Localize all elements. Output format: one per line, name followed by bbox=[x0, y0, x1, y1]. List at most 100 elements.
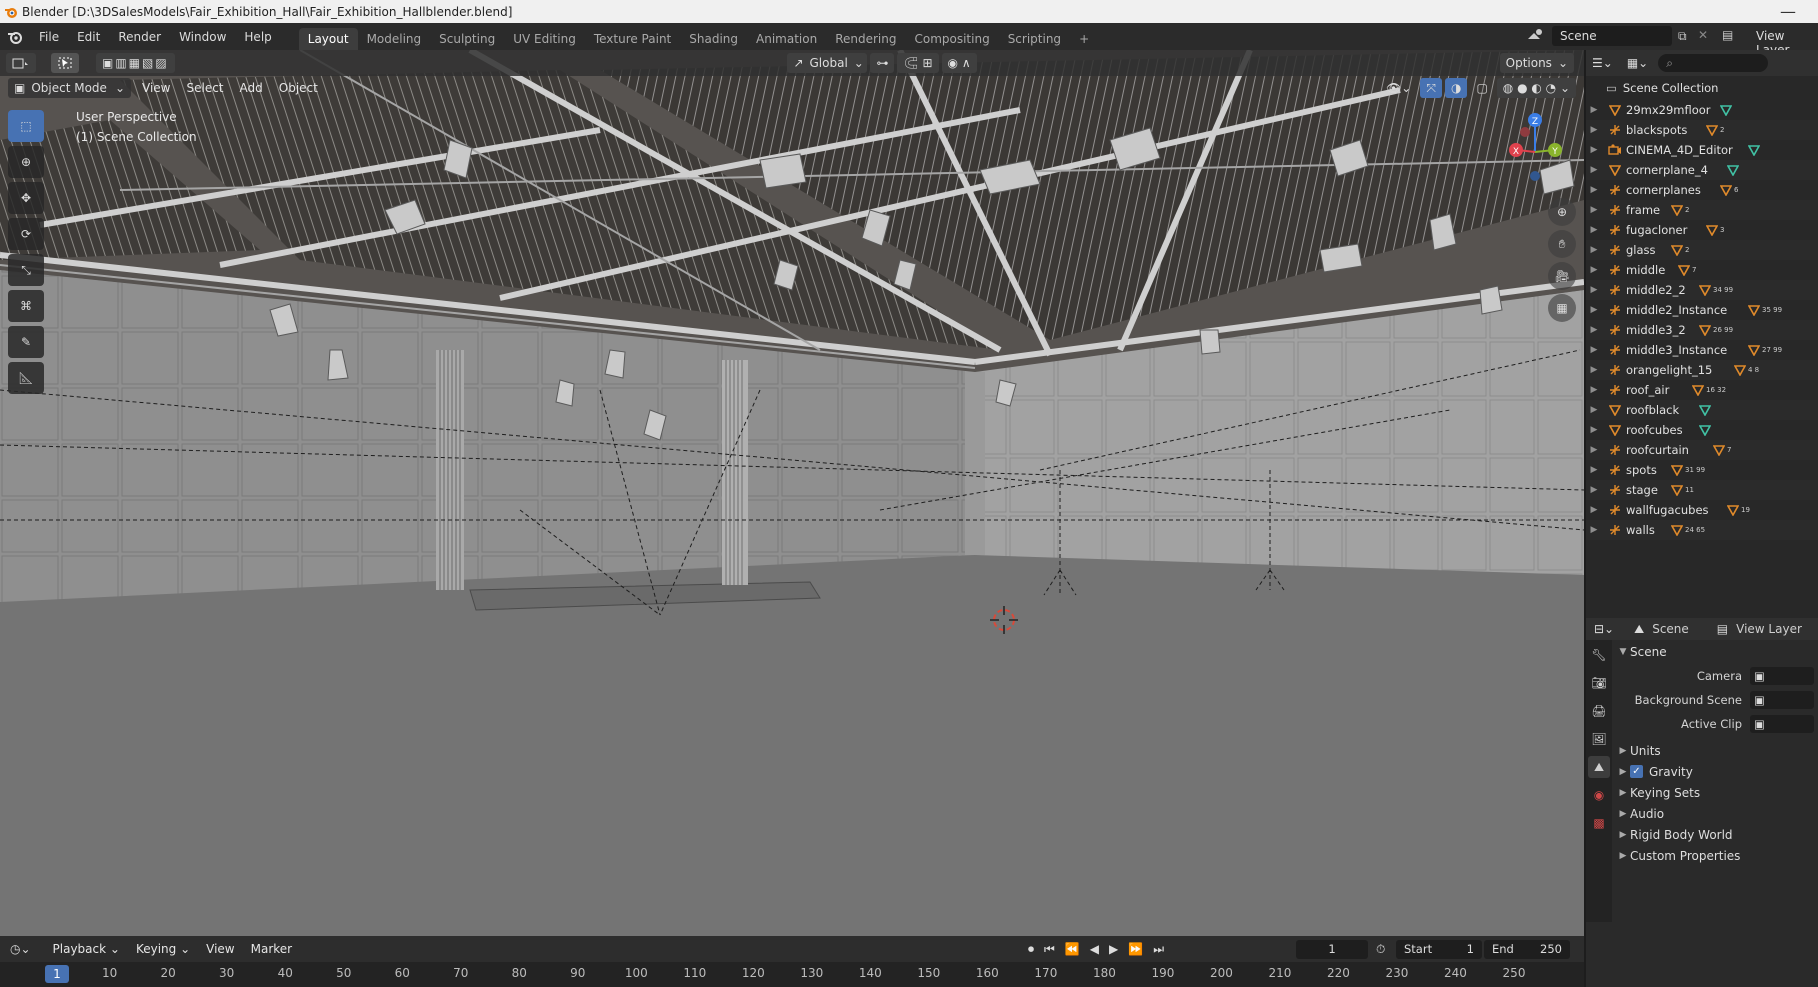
jump-start-icon[interactable]: ⏮ bbox=[1044, 942, 1055, 957]
timeline-menu-playback[interactable]: Playback ⌄ bbox=[45, 942, 128, 956]
world-tab-icon[interactable]: ◉ bbox=[1588, 784, 1610, 806]
tool-tab-icon[interactable]: 🔧︎ bbox=[1588, 644, 1610, 666]
expand-arrow-icon[interactable]: ▶ bbox=[1586, 465, 1602, 475]
tab-animation[interactable]: Animation bbox=[747, 28, 826, 50]
move-tool-icon[interactable]: ✥ bbox=[8, 182, 44, 214]
expand-arrow-icon[interactable]: ▶ bbox=[1586, 225, 1602, 235]
properties-scene-name[interactable]: Scene bbox=[1652, 622, 1689, 636]
proportional-edit-icon[interactable]: ◉ ∧ bbox=[941, 53, 977, 73]
select-box-icon[interactable]: ⬚ bbox=[8, 110, 44, 142]
record-icon[interactable]: ⏺ bbox=[1028, 942, 1034, 957]
camera-view-icon[interactable]: 🎥︎ bbox=[1548, 262, 1576, 290]
tab-shading[interactable]: Shading bbox=[680, 28, 747, 50]
pan-hand-icon[interactable]: ✋︎ bbox=[1548, 230, 1576, 258]
3d-viewport[interactable]: ▣▥▦▧▨ ↗ Global ⌄ ⊶ 🧲︎ ⊞ ◉ ∧ Options ⌄ ▣ Ob… bbox=[0, 50, 1584, 936]
gizmo-toggle-icon[interactable]: ⤧ bbox=[1420, 78, 1442, 98]
tab-compositing[interactable]: Compositing bbox=[905, 28, 998, 50]
tab-sculpting[interactable]: Sculpting bbox=[430, 28, 504, 50]
outliner-item[interactable]: ▶ stage 11 bbox=[1586, 480, 1818, 500]
render-tab-icon[interactable]: 📷︎ bbox=[1588, 672, 1610, 694]
viewport-menu-object[interactable]: Object bbox=[271, 81, 326, 95]
outliner-item[interactable]: ▶ middle2_2 34 99 bbox=[1586, 280, 1818, 300]
end-frame-field[interactable]: End 250 bbox=[1484, 939, 1570, 959]
expand-arrow-icon[interactable]: ▶ bbox=[1586, 365, 1602, 375]
blender-menu-icon[interactable] bbox=[0, 29, 30, 45]
menu-help[interactable]: Help bbox=[235, 30, 280, 44]
delete-scene-icon[interactable]: ✕ bbox=[1698, 28, 1708, 42]
expand-arrow-icon[interactable]: ▶ bbox=[1586, 405, 1602, 415]
expand-arrow-icon[interactable]: ▶ bbox=[1586, 445, 1602, 455]
outliner-item[interactable]: ▶ middle3_Instance 27 99 bbox=[1586, 340, 1818, 360]
expand-arrow-icon[interactable]: ▶ bbox=[1586, 145, 1602, 155]
menu-render[interactable]: Render bbox=[109, 30, 170, 44]
outliner-editor-icon[interactable]: ☰⌄ bbox=[1592, 56, 1613, 70]
xray-icon[interactable]: ▢ bbox=[1470, 78, 1493, 98]
timeline-menu-keying[interactable]: Keying ⌄ bbox=[128, 942, 198, 956]
expand-arrow-icon[interactable]: ▶ bbox=[1586, 345, 1602, 355]
menu-file[interactable]: File bbox=[30, 30, 68, 44]
tab-layout[interactable]: Layout bbox=[298, 28, 358, 50]
properties-view-layer[interactable]: View Layer bbox=[1736, 622, 1802, 636]
property-field[interactable]: ▣ bbox=[1750, 715, 1814, 733]
scene-panel-header[interactable]: ▼ Scene bbox=[1616, 640, 1818, 664]
select-tool-mode-icon[interactable] bbox=[51, 53, 79, 73]
zoom-icon[interactable]: ⊕ bbox=[1548, 198, 1576, 226]
viewport-menu-select[interactable]: Select bbox=[178, 81, 231, 95]
expand-arrow-icon[interactable]: ▶ bbox=[1586, 305, 1602, 315]
timeline-editor-icon[interactable]: ◷⌄ bbox=[10, 942, 31, 956]
mode-dropdown[interactable]: ▣ Object Mode ⌄ bbox=[8, 78, 131, 98]
expand-arrow-icon[interactable]: ▶ bbox=[1586, 385, 1602, 395]
options-dropdown[interactable]: Options ⌄ bbox=[1499, 53, 1574, 73]
add-workspace-button[interactable]: + bbox=[1070, 28, 1098, 50]
panel-units[interactable]: ▶ Units bbox=[1616, 740, 1818, 761]
play-reverse-icon[interactable]: ◀ bbox=[1090, 942, 1099, 957]
panel-custom-properties[interactable]: ▶ Custom Properties bbox=[1616, 845, 1818, 866]
scene-name-field[interactable]: Scene bbox=[1552, 26, 1672, 46]
current-frame-field[interactable]: 1 bbox=[1296, 939, 1368, 959]
play-icon[interactable]: ▶ bbox=[1109, 942, 1118, 957]
outliner-item[interactable]: ▶ middle2_Instance 35 99 bbox=[1586, 300, 1818, 320]
expand-arrow-icon[interactable]: ▶ bbox=[1586, 285, 1602, 295]
expand-arrow-icon[interactable]: ▶ bbox=[1586, 505, 1602, 515]
expand-arrow-icon[interactable]: ▶ bbox=[1586, 205, 1602, 215]
viewport-menu-add[interactable]: Add bbox=[232, 81, 271, 95]
new-scene-icon[interactable]: ⧉ bbox=[1678, 29, 1687, 44]
selection-mode-icons[interactable]: ▣▥▦▧▨ bbox=[96, 53, 175, 73]
tab-scripting[interactable]: Scripting bbox=[999, 28, 1070, 50]
scale-tool-icon[interactable]: ⤡ bbox=[8, 254, 44, 286]
property-field[interactable]: ▣ bbox=[1750, 691, 1814, 709]
shading-modes-icon[interactable]: ◍ ● ◐ ◔ ⌄ bbox=[1496, 78, 1576, 98]
expand-arrow-icon[interactable]: ▶ bbox=[1586, 245, 1602, 255]
transform-tool-icon[interactable]: ⌘ bbox=[8, 290, 44, 322]
outliner-item[interactable]: ▶ 29mx29mfloor bbox=[1586, 100, 1818, 120]
cursor-tool-icon[interactable]: ⊕ bbox=[8, 146, 44, 178]
outliner-item[interactable]: ▶ glass 2 bbox=[1586, 240, 1818, 260]
outliner-item[interactable]: ▶ frame 2 bbox=[1586, 200, 1818, 220]
overlay-toggle-icon[interactable]: ◑ bbox=[1444, 78, 1468, 98]
prev-keyframe-icon[interactable]: ⏪ bbox=[1065, 942, 1080, 957]
property-field[interactable]: ▣ bbox=[1750, 667, 1814, 685]
outliner-item[interactable]: ▶ cornerplanes 6 bbox=[1586, 180, 1818, 200]
outliner-item[interactable]: ▶ middle3_2 26 99 bbox=[1586, 320, 1818, 340]
annotate-tool-icon[interactable]: ✎ bbox=[8, 326, 44, 358]
expand-arrow-icon[interactable]: ▶ bbox=[1586, 125, 1602, 135]
visibility-icon[interactable]: 👁︎⌄ bbox=[1380, 78, 1417, 98]
outliner-search[interactable]: ⌕ bbox=[1658, 54, 1769, 72]
editor-type-icon[interactable] bbox=[6, 53, 36, 73]
gravity-checkbox[interactable]: ✓ bbox=[1630, 765, 1643, 778]
outliner-item[interactable]: ▶ orangelight_15 4 8 bbox=[1586, 360, 1818, 380]
timeline-menu-view[interactable]: View bbox=[198, 942, 242, 956]
scene-tab-icon[interactable]: ⛰︎ bbox=[1588, 756, 1610, 778]
expand-arrow-icon[interactable]: ▶ bbox=[1586, 265, 1602, 275]
outliner-item[interactable]: ▶ walls 24 65 bbox=[1586, 520, 1818, 540]
outliner-item[interactable]: ▶ roof_air 16 32 bbox=[1586, 380, 1818, 400]
expand-arrow-icon[interactable]: ▶ bbox=[1586, 105, 1602, 115]
texture-tab-icon[interactable]: ▩ bbox=[1588, 812, 1610, 834]
expand-arrow-icon[interactable]: ▶ bbox=[1586, 525, 1602, 535]
minimize-button[interactable]: — bbox=[1758, 0, 1818, 23]
view-layer-icon[interactable]: ▤ bbox=[1722, 28, 1733, 42]
outliner-item[interactable]: ▶ roofblack bbox=[1586, 400, 1818, 420]
output-tab-icon[interactable]: 🖨︎ bbox=[1588, 700, 1610, 722]
tab-modeling[interactable]: Modeling bbox=[358, 28, 431, 50]
expand-arrow-icon[interactable]: ▶ bbox=[1586, 425, 1602, 435]
